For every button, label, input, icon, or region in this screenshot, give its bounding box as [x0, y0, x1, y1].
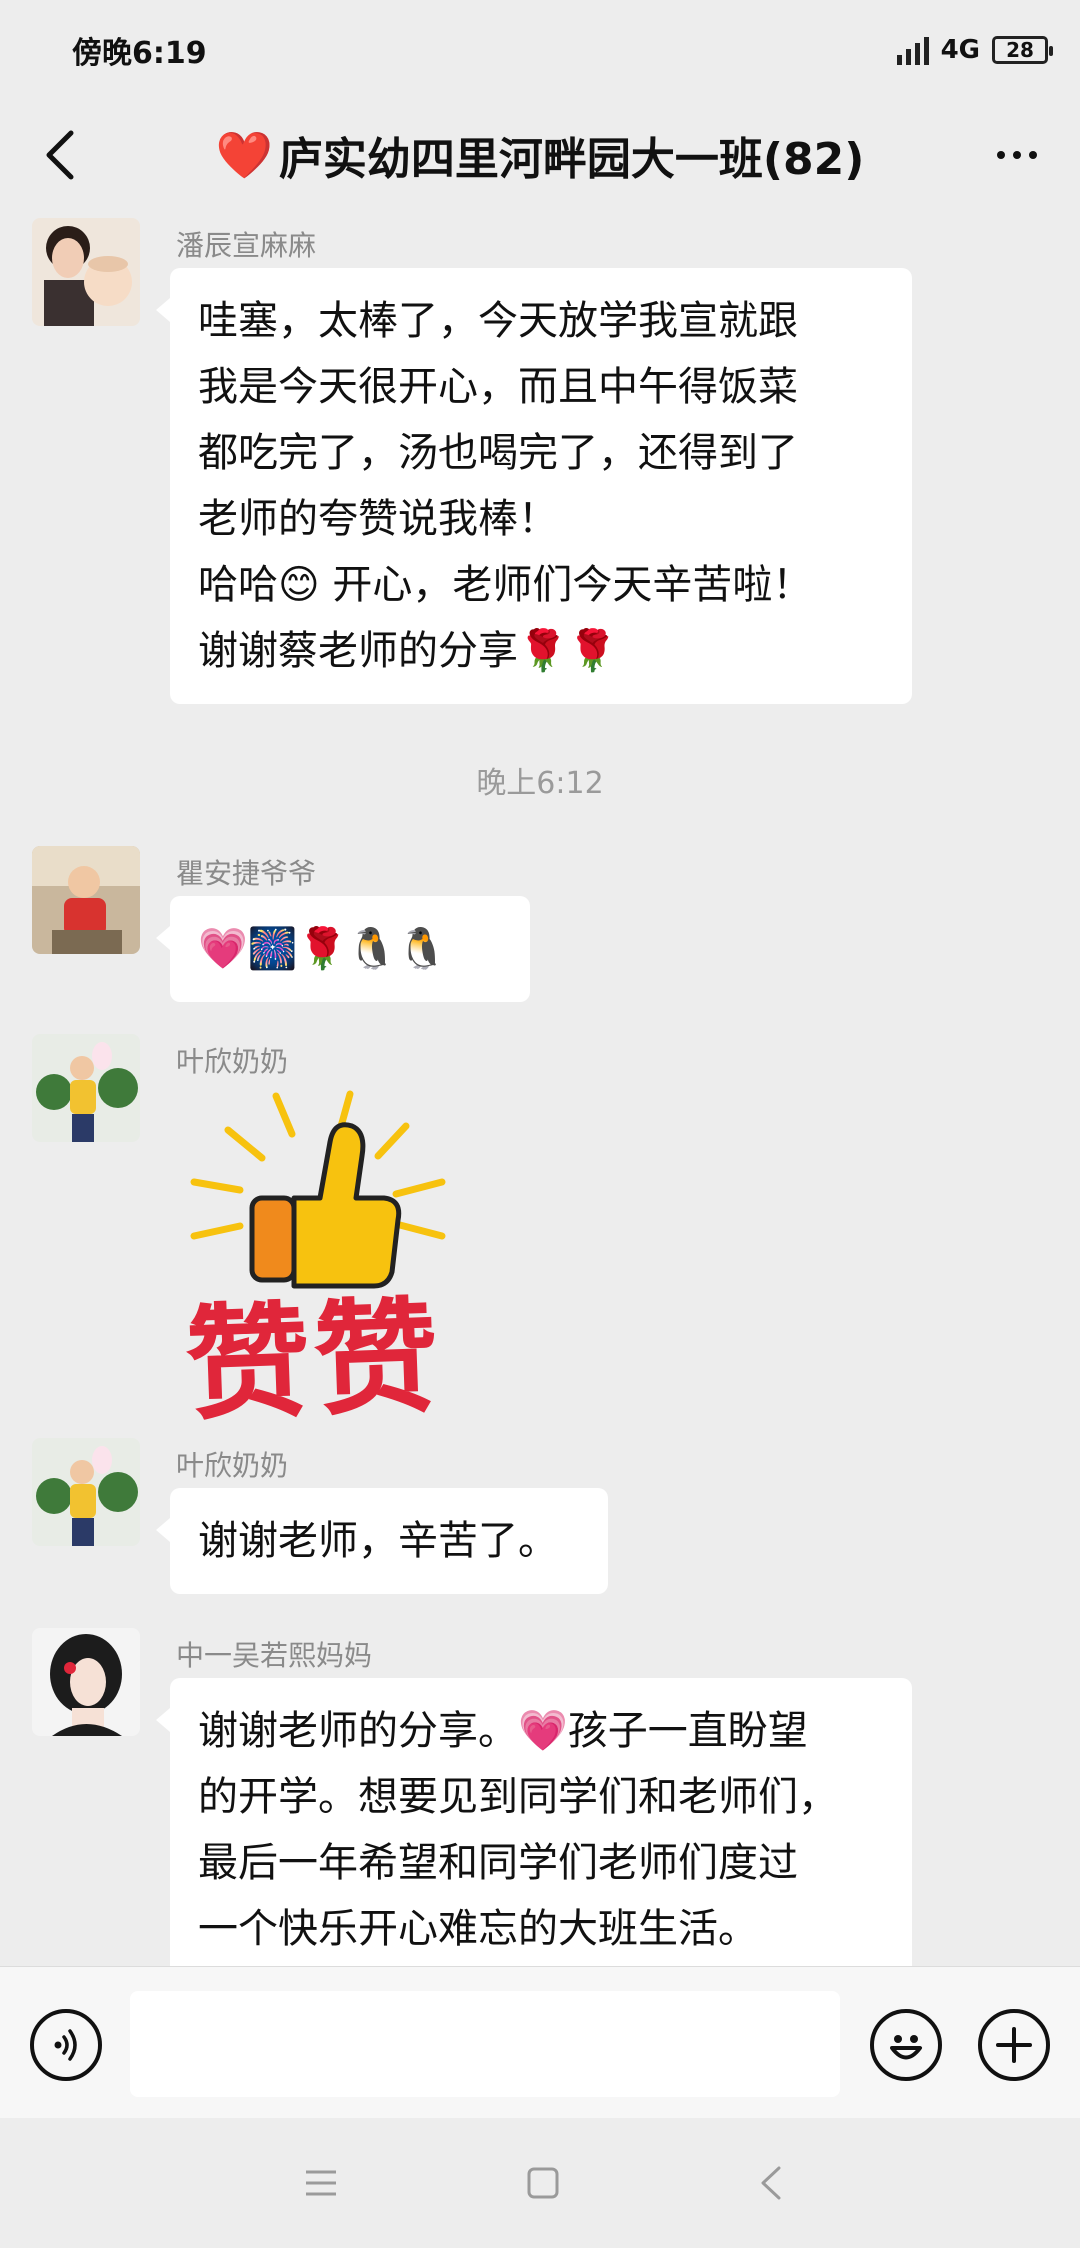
avatar[interactable]	[32, 1628, 140, 1736]
message-line: 都吃完了，汤也喝完了，还得到了	[198, 430, 798, 476]
sticker-text: 赞赞	[183, 1284, 445, 1439]
message-line: 的开学。想要见到同学们和老师们，	[198, 1774, 838, 1820]
voice-input-button[interactable]	[30, 2009, 102, 2081]
back-triangle-icon	[761, 2166, 781, 2200]
plus-icon	[996, 2027, 1032, 2063]
signal-icon	[896, 35, 929, 65]
message-line: 最后一年希望和同学们老师们度过	[198, 1840, 798, 1886]
sender-name: 瞿安捷爷爷	[176, 857, 317, 890]
status-icons: 4G 28	[896, 35, 1053, 65]
battery-icon: 28	[992, 36, 1053, 64]
nav-menu-button[interactable]	[296, 2158, 346, 2208]
avatar[interactable]	[32, 846, 140, 954]
nav-home-button[interactable]	[518, 2158, 568, 2208]
message-bubble[interactable]: 💗🎆🌹🐧🐧	[156, 896, 530, 1002]
emoji-button[interactable]	[870, 2009, 942, 2081]
message-line: 💗🎆🌹🐧🐧	[198, 926, 448, 972]
heart-icon: ❤️	[215, 127, 273, 182]
avatar[interactable]	[32, 1438, 140, 1546]
avatar[interactable]	[32, 1034, 140, 1142]
message-line: 谢谢老师的分享。💗孩子一直盼望	[198, 1708, 808, 1754]
message-bubble[interactable]: 谢谢老师的分享。💗孩子一直盼望 的开学。想要见到同学们和老师们， 最后一年希望和…	[156, 1678, 912, 1982]
message-line: 谢谢蔡老师的分享🌹🌹	[198, 628, 618, 674]
voice-icon	[54, 2029, 77, 2061]
chat-title: ❤️ 庐实幼四里河畔园大一班(82)	[216, 123, 865, 187]
smiley-icon	[890, 2035, 922, 2060]
chevron-left-icon	[46, 130, 74, 180]
message-line: 老师的夸赞说我棒！	[198, 496, 558, 542]
network-label: 4G	[940, 35, 980, 65]
square-icon	[527, 2167, 559, 2199]
message-bubble[interactable]: 谢谢老师，辛苦了。	[156, 1488, 608, 1594]
avatar[interactable]	[32, 218, 140, 326]
sender-name: 潘辰宣麻麻	[176, 229, 317, 262]
nav-back-button[interactable]	[746, 2158, 796, 2208]
message-line: 哈哈😊 开心，老师们今天辛苦啦！	[198, 562, 813, 608]
status-time: 傍晚6:19	[72, 36, 207, 71]
sender-name: 叶欣奶奶	[176, 1045, 289, 1078]
more-options-button[interactable]	[982, 125, 1052, 185]
chat-title-text: 庐实幼四里河畔园大一班(82)	[278, 134, 865, 185]
sender-name: 中一吴若熙妈妈	[176, 1639, 373, 1672]
system-nav-bar	[0, 2118, 1080, 2248]
message-bubble[interactable]: 哇塞，太棒了，今天放学我宣就跟 我是今天很开心，而且中午得饭菜 都吃完了，汤也喝…	[156, 268, 912, 704]
message-line: 我是今天很开心，而且中午得饭菜	[198, 364, 798, 410]
back-button[interactable]	[30, 125, 90, 185]
thumbs-up-sticker[interactable]: 赞赞	[180, 1086, 500, 1446]
more-dot-icon	[1013, 151, 1021, 159]
chat-header: ❤️ 庐实幼四里河畔园大一班(82)	[0, 100, 1080, 210]
timestamp: 晚上6:12	[476, 766, 604, 801]
message-input[interactable]	[130, 1991, 840, 2097]
menu-icon	[306, 2170, 336, 2196]
input-bar	[0, 1966, 1080, 2118]
status-bar: 傍晚6:19 4G 28	[0, 0, 1080, 100]
more-functions-button[interactable]	[978, 2009, 1050, 2081]
more-dot-icon	[997, 151, 1005, 159]
more-dot-icon	[1029, 151, 1037, 159]
battery-level: 28	[1006, 38, 1034, 62]
sender-name: 叶欣奶奶	[176, 1449, 289, 1482]
message-line: 一个快乐开心难忘的大班生活。	[198, 1906, 758, 1952]
message-line: 哇塞，太棒了，今天放学我宣就跟	[198, 298, 798, 344]
message-line: 谢谢老师，辛苦了。	[198, 1518, 558, 1564]
